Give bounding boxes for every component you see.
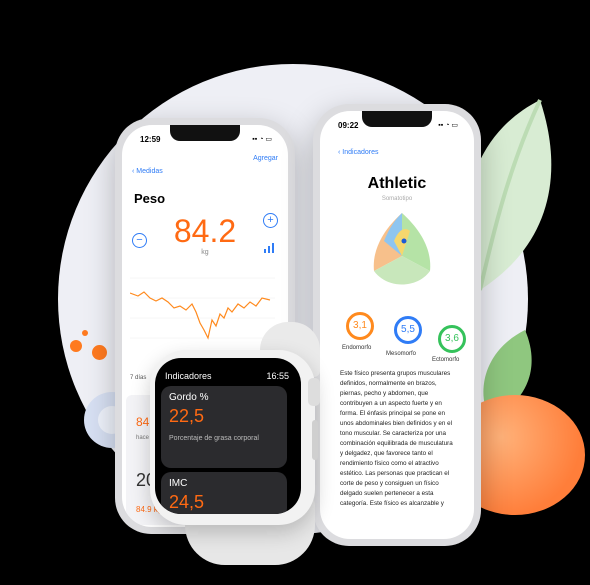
fat-label: Gordo % xyxy=(169,392,209,403)
fat-value: 22,5 xyxy=(169,406,205,426)
side-button[interactable] xyxy=(312,420,318,460)
notch xyxy=(170,125,240,141)
weight-chart xyxy=(130,277,275,340)
back-label: Medidas xyxy=(136,168,163,175)
status-time: 12:59 xyxy=(140,135,161,144)
ectomorph-score: 3,6 xyxy=(438,325,466,353)
endomorph-score: 3,1 xyxy=(346,312,374,340)
back-label: Indicadores xyxy=(342,149,379,156)
watch-time: 16:55 xyxy=(266,371,289,381)
phone-somatotype: 09:22 ▪▪ ◔ ▭ ‹ Indicadores Athletic Soma… xyxy=(313,104,481,546)
status-icons: ▪▪ ◔ ▭ xyxy=(438,122,458,129)
ectomorph-label: Ectomorfo xyxy=(432,357,460,363)
bmi-label: IMC xyxy=(169,478,188,489)
back-button[interactable]: ‹ Indicadores xyxy=(338,149,378,156)
bar-chart-icon[interactable] xyxy=(264,243,276,253)
dot-decoration xyxy=(82,330,88,336)
add-button[interactable]: Agregar xyxy=(253,155,278,162)
somatotype-description: Este físico presenta grupos musculares d… xyxy=(340,370,453,507)
watch-title: Indicadores xyxy=(165,371,212,381)
phone-somatotype-screen: 09:22 ▪▪ ◔ ▭ ‹ Indicadores Athletic Soma… xyxy=(320,111,474,539)
dot-decoration xyxy=(70,340,82,352)
bmi-card[interactable]: IMC 24,5 xyxy=(161,472,287,514)
fat-percentage-card[interactable]: Gordo % 22,5 Porcentaje de grasa corpora… xyxy=(161,386,287,468)
notch xyxy=(362,111,432,127)
somatotype-subtitle: Somatotipo xyxy=(381,196,413,202)
mesomorph-score: 5,5 xyxy=(394,316,422,344)
endomorph-label: Endomorfo xyxy=(342,345,372,351)
digital-crown[interactable] xyxy=(308,378,320,406)
fat-subtitle: Porcentaje de grasa corporal xyxy=(169,435,259,442)
status-time: 09:22 xyxy=(338,121,359,130)
watch-screen: Indicadores 16:55 Gordo % 22,5 Porcentaj… xyxy=(155,358,301,514)
mesomorph-label: Mesomorfo xyxy=(386,351,417,357)
range-tabs[interactable]: 7 días xyxy=(130,375,146,381)
back-button[interactable]: ‹ Medidas xyxy=(132,168,163,175)
dot-decoration xyxy=(92,345,107,360)
somatotype-title: Athletic xyxy=(367,175,427,192)
page-title: Peso xyxy=(134,191,166,206)
bmi-value: 24,5 xyxy=(169,492,205,512)
status-icons: ▪▪ ◔ ▭ xyxy=(252,136,272,143)
somatochart xyxy=(373,213,431,285)
